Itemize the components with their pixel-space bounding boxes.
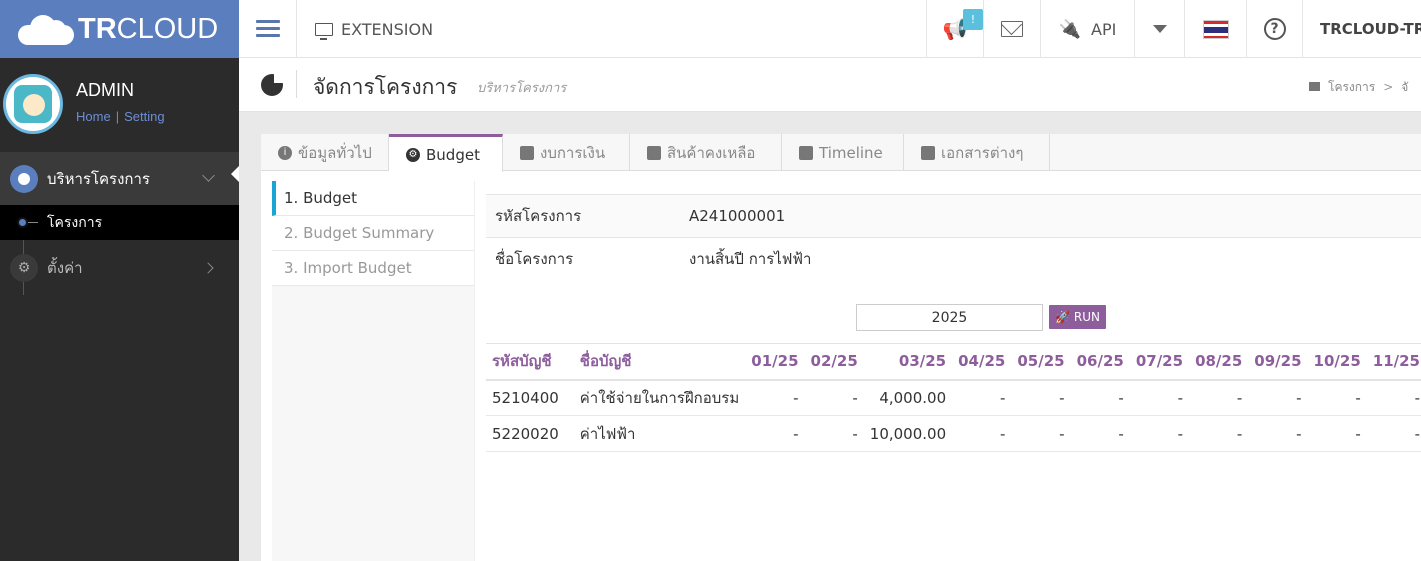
folder-icon: [921, 145, 935, 160]
sidebar-subitem-label: โครงการ: [47, 214, 103, 231]
column-header: 03/25: [863, 343, 953, 381]
project-name-value: งานสิ้นปี การไฟฟ้า: [689, 250, 812, 268]
tab-inventory[interactable]: สินค้าคงเหลือ: [630, 134, 782, 171]
api-label: API: [1091, 19, 1117, 39]
budget-table: รหัสบัญชี ชื่อบัญชี 01/25 02/25 03/25 04…: [486, 343, 1421, 452]
breadcrumb: โครงการ > จั: [1309, 78, 1408, 97]
column-header: 01/25: [745, 343, 805, 381]
sidebar-item-settings[interactable]: ⚙ ตั้งค่า: [0, 240, 239, 295]
info-icon: i: [278, 145, 292, 160]
sidebar-item-project-management[interactable]: บริหารโครงการ: [0, 152, 239, 205]
active-indicator: [231, 166, 239, 182]
tab-documents[interactable]: เอกสารต่างๆ: [904, 134, 1050, 171]
cloud-icon: [18, 13, 74, 45]
column-header: 05/25: [1011, 343, 1071, 381]
run-button[interactable]: 🚀 RUN: [1049, 305, 1106, 329]
project-info: รหัสโครงการ A241000001 ชื่อโครงการ งานสิ…: [486, 194, 1421, 280]
column-header: 02/25: [804, 343, 864, 381]
project-name-label: ชื่อโครงการ: [495, 250, 574, 268]
profile-section: ADMIN Home | Setting: [0, 58, 239, 152]
tab-financial-statement[interactable]: งบการเงิน: [503, 134, 630, 171]
profile-links: Home | Setting: [76, 109, 165, 124]
year-input[interactable]: 2025: [856, 304, 1043, 331]
cube-icon: [647, 145, 661, 160]
column-header: 04/25: [952, 343, 1012, 381]
column-header: 06/25: [1070, 343, 1130, 381]
pie-chart-icon: [261, 72, 285, 96]
thai-flag-icon: [1202, 19, 1229, 39]
language-button[interactable]: [1184, 0, 1246, 58]
plug-icon: 🔌: [1058, 18, 1082, 40]
user-name: ADMIN: [76, 80, 134, 100]
column-header: ชื่อบัญชี: [573, 343, 746, 381]
monitor-icon: [314, 22, 333, 40]
api-button[interactable]: 🔌 API: [1040, 0, 1134, 58]
rocket-icon: 🚀: [1054, 310, 1070, 324]
main-panel: i ข้อมูลทั่วไป ⚙ Budget งบการเงิน สินค้าคง…: [261, 134, 1421, 561]
dropdown-button[interactable]: [1134, 0, 1184, 58]
project-code-value: A241000001: [689, 207, 786, 225]
hamburger-icon: [255, 20, 280, 38]
project-code-label: รหัสโครงการ: [495, 207, 582, 225]
sidebar: ADMIN Home | Setting บริหารโครงการ โครงการ…: [0, 58, 239, 561]
page-header: จัดการโครงการ บริหารโครงการ โครงการ > จั: [239, 58, 1421, 112]
tab-general-info[interactable]: i ข้อมูลทั่วไป: [261, 134, 389, 171]
project-code-row: รหัสโครงการ A241000001: [486, 194, 1421, 237]
question-icon: ?: [1263, 18, 1286, 40]
project-name-row: ชื่อโครงการ งานสิ้นปี การไฟฟ้า: [486, 237, 1421, 280]
tab-timeline[interactable]: Timeline: [782, 134, 904, 171]
top-navbar: TRCLOUD EXTENSION 📢 ! 🔌 API ? TRCLOUD-TR…: [0, 0, 1421, 58]
column-header: 07/25: [1129, 343, 1190, 381]
step-budget-summary[interactable]: 2. Budget Summary: [272, 216, 474, 251]
bullet-icon: [17, 217, 28, 228]
home-icon[interactable]: [1309, 82, 1320, 91]
extension-label: EXTENSION: [340, 19, 434, 39]
column-header: 11/25: [1366, 343, 1421, 381]
tab-bar: i ข้อมูลทั่วไป ⚙ Budget งบการเงิน สินค้าคง…: [261, 134, 1421, 172]
avatar: [3, 74, 63, 134]
caret-down-icon: [1152, 25, 1167, 33]
home-link[interactable]: Home: [76, 109, 111, 124]
calendar-icon: [799, 145, 813, 160]
brand-name: TRCLOUD: [78, 12, 219, 45]
envelope-icon: [1001, 21, 1023, 37]
sidebar-item-projects[interactable]: โครงการ: [0, 205, 239, 240]
setting-link[interactable]: Setting: [124, 109, 164, 124]
page-title: จัดการโครงการ: [313, 75, 458, 99]
mail-button[interactable]: [983, 0, 1040, 58]
chevron-down-icon: [202, 169, 215, 182]
table-header-row: รหัสบัญชี ชื่อบัญชี 01/25 02/25 03/25 04…: [486, 343, 1421, 381]
brand-logo[interactable]: TRCLOUD: [0, 0, 239, 58]
page-subtitle: บริหารโครงการ: [477, 81, 567, 96]
tab-budget[interactable]: ⚙ Budget: [389, 134, 503, 172]
notification-badge: !: [963, 9, 983, 30]
menu-toggle-button[interactable]: [239, 0, 296, 58]
step-list: 1. Budget 2. Budget Summary 3. Import Bu…: [272, 181, 475, 561]
sidebar-item-label: บริหารโครงการ: [47, 169, 150, 188]
table-row: 5220020 ค่าไฟฟ้า - - 10,000.00 - - - - -…: [486, 415, 1421, 452]
book-icon: [520, 145, 534, 160]
breadcrumb-item: จั: [1401, 80, 1409, 94]
breadcrumb-item[interactable]: โครงการ: [1328, 80, 1375, 94]
gear-icon: ⚙: [10, 253, 38, 282]
extension-button[interactable]: EXTENSION: [296, 0, 451, 58]
help-button[interactable]: ?: [1246, 0, 1302, 58]
step-budget[interactable]: 1. Budget: [272, 181, 474, 216]
column-header: 08/25: [1189, 343, 1249, 381]
column-header: รหัสบัญชี: [486, 343, 574, 381]
gear-icon: ⚙: [406, 147, 420, 162]
pie-chart-icon: [10, 164, 38, 193]
column-header: 10/25: [1307, 343, 1367, 381]
chevron-right-icon: [202, 262, 214, 274]
step-import-budget[interactable]: 3. Import Budget: [272, 251, 474, 286]
table-row: 5210400 ค่าใช้จ่ายในการฝึกอบรม - - 4,000…: [486, 379, 1421, 416]
sidebar-item-label: ตั้งค่า: [47, 258, 83, 277]
column-header: 09/25: [1248, 343, 1308, 381]
user-menu[interactable]: TRCLOUD-TRA: [1302, 0, 1421, 58]
